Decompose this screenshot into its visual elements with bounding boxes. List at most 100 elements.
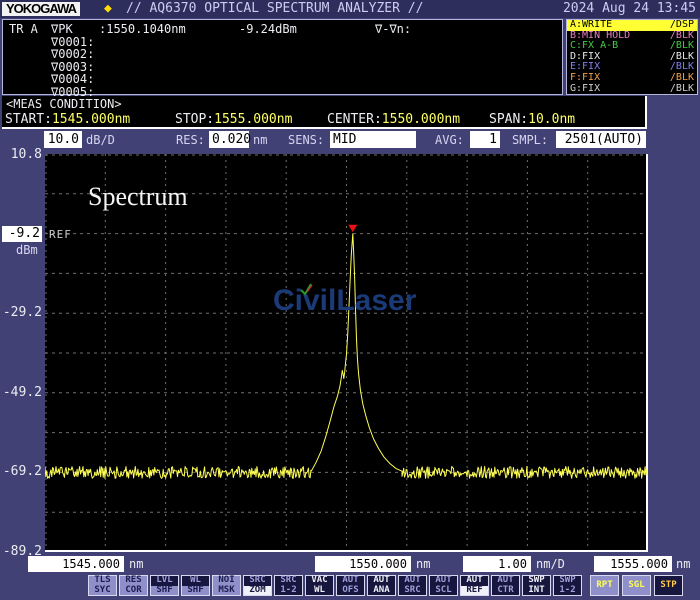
softkey-label-line2: SHF [182,585,209,595]
spectrum-watermark: Spectrum [88,182,188,211]
trace-status-row[interactable]: A:WRITE/DSP [567,19,697,31]
softkey-noi-msk[interactable]: NOI MSK [212,575,241,596]
softkey-label-line2: CTR [497,584,514,595]
softkey-src-zom[interactable]: SRC ZOM [243,575,272,596]
spectrum-plot: Spectrum CivilLaser REF [45,154,648,552]
sens-label: SENS: [288,133,325,147]
softkey-label-line2: SHF [151,585,178,595]
marker-mode: ∇PK [51,22,73,36]
softkey-aut-scl[interactable]: AUT SCL [429,575,458,596]
softkey-label-line2: 1-2 [559,584,576,595]
trace-status-row[interactable]: G:FIX/BLK [567,82,697,95]
meas-condition-header: <MEAS CONDITION> [6,97,122,111]
softkey-label-line2: SCL [435,584,452,595]
osa-screen: YOKOGAWA ◆ // AQ6370 OPTICAL SPECTRUM AN… [0,0,700,600]
trace-name: A:WRITE [570,19,613,30]
sens-field[interactable]: MID [330,131,416,148]
marker-delta-label: ∇-∇n: [375,22,412,36]
meas-condition-panel: <MEAS CONDITION> START:1545.000nm STOP:15… [2,96,647,129]
softkey-aut-ana[interactable]: AUT ANA [367,575,396,596]
softkey-label-line2: OFS [342,584,359,595]
meas-field-label: SPAN: [489,112,529,127]
softkey-aut-ofs[interactable]: AUT OFS [336,575,365,596]
trace-display-status: /BLK [669,82,694,94]
datetime: 2024 Aug 24 13:45 [562,1,696,16]
smpl-label: SMPL: [512,133,549,147]
y-label-top: 10.8 [10,147,42,162]
softkey-rpt[interactable]: RPT [590,575,619,596]
x-stop-unit: nm [676,557,691,571]
meas-field-value: 1555.000nm [214,112,293,127]
y-label-2: -29.2 [2,305,42,320]
spectrum-trace [45,233,648,479]
softkey-label-line2: 1-2 [280,584,297,595]
meas-field-label: STOP: [175,112,215,127]
softkey-aut-src[interactable]: AUT SRC [398,575,427,596]
meas-field-span: SPAN:10.0nm [489,112,575,127]
meas-field-value: 10.0nm [528,112,576,127]
softkey-swp-1-2[interactable]: SWP 1-2 [553,575,582,596]
app-title: // AQ6370 OPTICAL SPECTRUM ANALYZER // [126,1,424,16]
softkey-label-line2: WL [314,584,325,595]
softkey-label-line1: RPT [596,579,613,590]
x-scale-box: 1.00 [463,556,531,572]
meas-field-label: CENTER: [327,112,382,127]
yokogawa-logo: YOKOGAWA [2,2,81,16]
x-scale-unit: nm/D [536,557,565,571]
level-scale-unit: dB/D [86,133,115,147]
meas-field-value: 1550.000nm [381,112,461,127]
meas-field-stop: STOP:1555.000nm [175,112,292,127]
diamond-icon: ◆ [104,1,112,16]
x-stop-box: 1555.000 [594,556,672,572]
spectrum-trace-svg [45,154,648,552]
softkey-aut-ref[interactable]: AUT REF [460,575,489,596]
y-label-4: -69.2 [2,464,42,479]
softkey-label-line1: SGL [628,579,645,590]
softkey-res-cor[interactable]: RES COR [119,575,148,596]
avg-field[interactable]: 1 [470,131,500,148]
trace-status-row[interactable]: F:FIX/BLK [567,71,697,84]
marker-readout-panel: TR A ∇PK :1550.1040nm -9.24dBm ∇-∇n: ∇00… [2,19,563,99]
softkey-label-line2: MSK [218,584,235,595]
softkey-vac-wl[interactable]: VAC WL [305,575,334,596]
meas-field-center: CENTER:1550.000nm [327,112,460,127]
res-field[interactable]: 0.020 [209,131,251,148]
trace-label: TR A [9,22,38,36]
softkey-src-1-2[interactable]: SRC 1-2 [274,575,303,596]
trace-name: F:FIX [570,71,601,83]
res-unit: nm [253,133,268,147]
trace-name: G:FIX [570,82,601,94]
softkey-label-line1: STP [660,579,677,590]
meas-field-start: START:1545.000nm [5,112,130,127]
softkey-tls-syc[interactable]: TLS SYC [88,575,117,596]
avg-label: AVG: [435,133,464,147]
civillaser-check-icon [300,283,313,296]
softkey-stp[interactable]: STP [654,575,683,596]
level-scale-field[interactable]: 10.0 [44,131,82,148]
marker-level: -9.24dBm [239,22,297,36]
smpl-field[interactable]: 2501(AUTO) [556,131,646,148]
softkey-aut-ctr[interactable]: AUT CTR [491,575,520,596]
x-center-unit: nm [416,557,431,571]
res-label: RES: [176,133,205,147]
x-start-box: 1545.000 [28,556,124,572]
trace-display-status: /DSP [669,19,694,30]
marker-wavelength: :1550.1040nm [99,22,186,36]
x-center-box: 1550.000 [315,556,411,572]
y-axis-unit: dBm [16,243,38,257]
trace-display-status: /BLK [669,71,694,83]
peak-marker-icon[interactable] [348,224,358,233]
meas-field-value: 1545.000nm [51,112,131,127]
softkey-label-line2: SYC [94,584,111,595]
civillaser-watermark: CivilLaser [273,284,417,317]
softkey-lvl-shf[interactable]: LVL SHF [150,575,179,596]
softkey-label-line2: ANA [373,584,390,595]
softkey-label-line2: SRC [404,584,421,595]
softkey-label-line2: COR [125,584,142,595]
softkey-sgl[interactable]: SGL [622,575,651,596]
meas-field-label: START: [5,112,52,127]
x-start-unit: nm [129,557,144,571]
trace-status-panel: A:WRITE/DSP B:MIN HOLD/BLK C:FX A-B/BLK D:F… [566,19,698,95]
softkey-wl-shf[interactable]: WL SHF [181,575,210,596]
softkey-swp-int[interactable]: SWP INT [522,575,551,596]
